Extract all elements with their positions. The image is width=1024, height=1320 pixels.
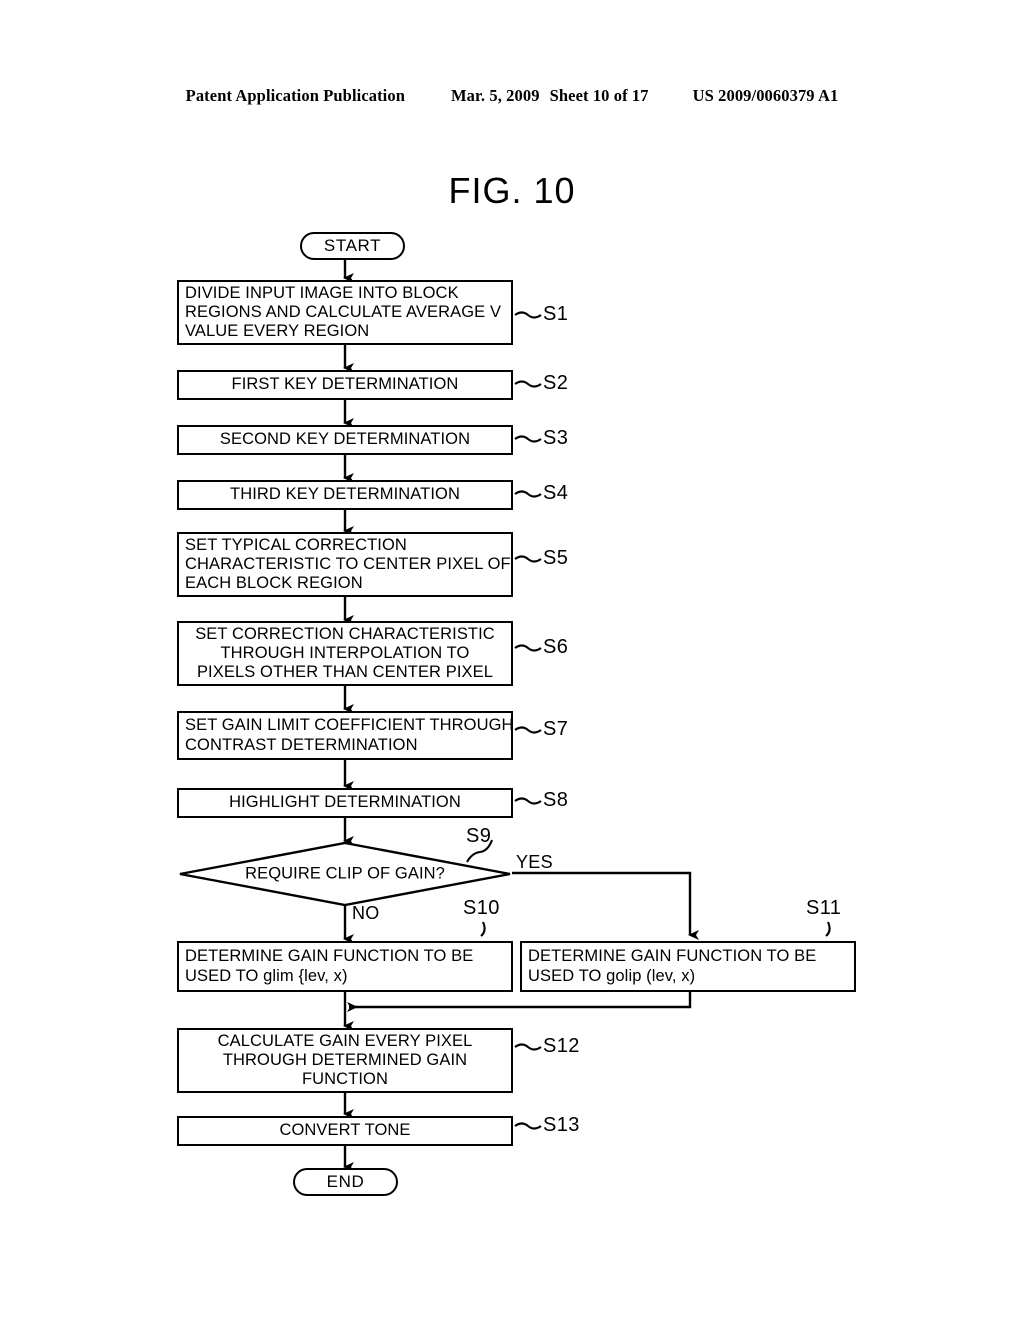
step-ref-s1: S1: [543, 303, 569, 325]
step-ref-s2: S2: [543, 372, 569, 394]
process-box-s13: CONVERT TONE: [177, 1116, 513, 1146]
header-sheet-text: Sheet 10 of 17: [549, 86, 649, 105]
process-line: PIXELS OTHER THAN CENTER PIXEL: [196, 663, 494, 682]
step-ref-s9: S9: [466, 825, 492, 847]
process-box-s3: SECOND KEY DETERMINATION: [177, 425, 513, 455]
step-ref-s13: S13: [543, 1114, 580, 1136]
start-terminator: START: [300, 232, 405, 260]
process-line: SET GAIN LIMIT COEFFICIENT THROUGH: [185, 716, 514, 735]
process-line: SET CORRECTION CHARACTERISTIC: [195, 624, 495, 643]
process-line: VALUE EVERY REGION: [185, 322, 370, 341]
process-box-s1: DIVIDE INPUT IMAGE INTO BLOCK REGIONS AN…: [177, 280, 513, 345]
header-date-text: Mar. 5, 2009: [451, 86, 540, 105]
end-label: END: [326, 1172, 365, 1191]
process-box-s10: DETERMINE GAIN FUNCTION TO BE USED TO gl…: [177, 941, 513, 992]
process-line: SECOND KEY DETERMINATION: [219, 430, 471, 449]
step-ref-s10: S10: [463, 897, 500, 919]
process-line: CALCULATE GAIN EVERY PIXEL: [217, 1031, 473, 1050]
publication-header: Patent Application Publication Mar. 5, 2…: [0, 86, 1024, 106]
branch-label-yes: YES: [516, 852, 553, 872]
process-line: DETERMINE GAIN FUNCTION TO BE: [185, 947, 474, 966]
step-ref-s4: S4: [543, 482, 569, 504]
figure-title: FIG. 10: [448, 170, 576, 211]
process-box-s8: HIGHLIGHT DETERMINATION: [177, 788, 513, 818]
header-publication-text: Patent Application Publication: [185, 86, 405, 105]
end-terminator: END: [293, 1168, 398, 1196]
step-ref-s6: S6: [543, 636, 569, 658]
process-line: DIVIDE INPUT IMAGE INTO BLOCK: [185, 283, 459, 302]
process-line: USED TO glim {lev, x): [185, 966, 348, 985]
decision-diamond: REQUIRE CLIP OF GAIN?: [178, 841, 512, 907]
branch-label-no: NO: [352, 903, 380, 923]
process-line: CONTRAST DETERMINATION: [185, 735, 418, 754]
process-line: FIRST KEY DETERMINATION: [231, 375, 459, 394]
process-line: CONVERT TONE: [279, 1121, 411, 1140]
process-line: REGIONS AND CALCULATE AVERAGE V: [185, 302, 502, 321]
step-ref-s8: S8: [543, 789, 569, 811]
process-line: HIGHLIGHT DETERMINATION: [229, 793, 461, 812]
process-line: FUNCTION: [301, 1070, 389, 1089]
process-line: USED TO golip (lev, x): [528, 966, 696, 985]
process-box-s5: SET TYPICAL CORRECTION CHARACTERISTIC TO…: [177, 532, 513, 597]
process-line: THROUGH DETERMINED GAIN: [222, 1050, 468, 1069]
process-box-s12: CALCULATE GAIN EVERY PIXEL THROUGH DETER…: [177, 1028, 513, 1093]
process-box-s4: THIRD KEY DETERMINATION: [177, 480, 513, 510]
process-line: SET TYPICAL CORRECTION: [185, 535, 407, 554]
process-line: EACH BLOCK REGION: [185, 574, 363, 593]
process-box-s2: FIRST KEY DETERMINATION: [177, 370, 513, 400]
step-ref-s5: S5: [543, 547, 569, 569]
start-label: START: [323, 236, 382, 255]
process-box-s11: DETERMINE GAIN FUNCTION TO BE USED TO go…: [520, 941, 856, 992]
header-patent-number: US 2009/0060379 A1: [692, 86, 839, 105]
step-ref-s11: S11: [806, 897, 842, 919]
process-box-s6: SET CORRECTION CHARACTERISTIC THROUGH IN…: [177, 621, 513, 686]
process-line: CHARACTERISTIC TO CENTER PIXEL OF: [185, 554, 511, 573]
process-line: THROUGH INTERPOLATION TO: [220, 643, 470, 662]
step-ref-s3: S3: [543, 427, 569, 449]
process-box-s7: SET GAIN LIMIT COEFFICIENT THROUGH CONTR…: [177, 711, 513, 760]
step-ref-s7: S7: [543, 718, 569, 740]
process-line: THIRD KEY DETERMINATION: [230, 485, 460, 504]
decision-label: REQUIRE CLIP OF GAIN?: [245, 864, 445, 883]
step-ref-s12: S12: [543, 1035, 580, 1057]
process-line: DETERMINE GAIN FUNCTION TO BE: [528, 947, 817, 966]
